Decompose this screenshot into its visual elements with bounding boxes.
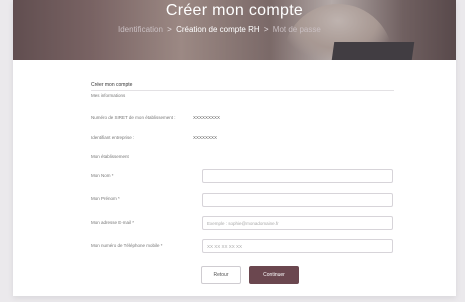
email-label: Mon adresse E-mail * [91, 220, 135, 225]
main-card: Créer mon compte Identification > Créati… [13, 0, 456, 296]
identifiant-value: XXXXXXXX [193, 135, 218, 140]
form-title-divider [91, 90, 394, 91]
phone-label: Mon numéro de Téléphone mobile * [91, 243, 163, 248]
email-field[interactable] [202, 216, 393, 230]
breadcrumb-item-identification[interactable]: Identification [118, 25, 163, 34]
form-title: Créer mon compte [91, 82, 133, 88]
header-banner: Créer mon compte Identification > Créati… [13, 0, 456, 60]
breadcrumb-separator: > [263, 25, 269, 34]
siret-label: Numéro de SIRET de mon établissement : [91, 115, 176, 120]
prenom-field[interactable] [202, 193, 393, 207]
breadcrumb: Identification > Création de compte RH >… [118, 25, 321, 34]
nom-label: Mon Nom * [91, 173, 114, 178]
breadcrumb-item-creation-compte: Création de compte RH [176, 25, 260, 34]
nom-field[interactable] [202, 169, 393, 183]
page-title: Créer mon compte [165, 2, 304, 19]
siret-value: XXXXXXXXX [193, 115, 221, 120]
phone-field[interactable] [202, 239, 393, 253]
section-mon-etablissement: Mon établissement [91, 154, 129, 159]
identifiant-label: Identifiant entreprise : [91, 135, 135, 140]
continue-button[interactable]: Continuer [249, 266, 299, 284]
back-button[interactable]: Retour [201, 266, 241, 284]
prenom-label: Mon Prénom * [91, 196, 120, 201]
breadcrumb-separator: > [167, 25, 172, 34]
breadcrumb-item-mot-de-passe: Mot de passe [272, 25, 321, 34]
section-mes-informations: Mes informations [91, 93, 126, 98]
